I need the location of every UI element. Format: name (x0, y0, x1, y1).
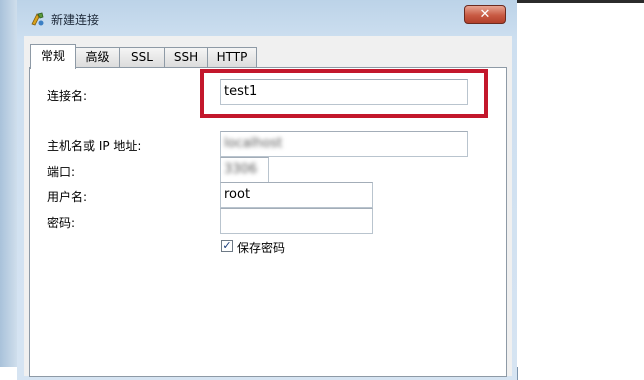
background-area (517, 0, 644, 367)
tab-general[interactable]: 常规 (30, 44, 76, 69)
host-input[interactable]: localhost (220, 131, 468, 157)
password-input[interactable] (220, 208, 373, 234)
port-label: 端口: (47, 165, 76, 179)
username-input[interactable]: root (220, 182, 373, 208)
tab-ssh[interactable]: SSH (164, 47, 208, 67)
title-bar[interactable]: 新建连接 ✕ (17, 0, 517, 36)
app-icon (31, 12, 44, 26)
connection-name-label: 连接名: (47, 89, 88, 103)
window-title: 新建连接 (51, 13, 100, 27)
save-password-checkbox[interactable]: ✓ (221, 240, 233, 252)
highlight-box (200, 69, 488, 118)
password-label: 密码: (47, 216, 76, 230)
save-password-label[interactable]: 保存密码 (237, 239, 285, 256)
port-value: 3306 (224, 162, 258, 177)
tab-ssl[interactable]: SSL (119, 47, 165, 67)
username-label: 用户名: (47, 190, 88, 204)
tab-advanced[interactable]: 高级 (75, 47, 120, 67)
host-label: 主机名或 IP 地址: (47, 139, 142, 153)
background-topbar (517, 0, 644, 3)
close-button[interactable]: ✕ (464, 5, 506, 24)
port-input[interactable]: 3306 (220, 157, 269, 183)
host-value: localhost (224, 136, 283, 151)
window-frame-left (0, 0, 17, 367)
tab-http[interactable]: HTTP (207, 47, 257, 67)
